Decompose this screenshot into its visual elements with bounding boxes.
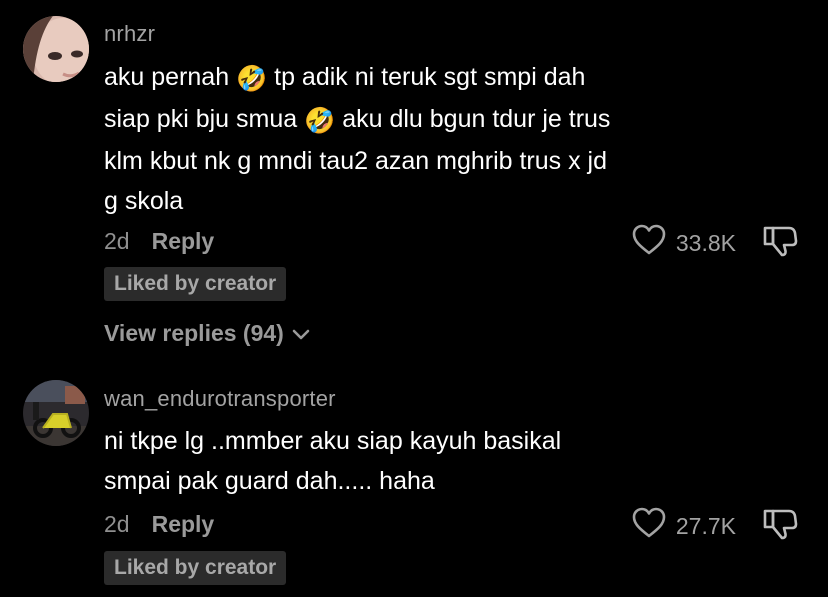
like-count: 27.7K <box>675 512 736 539</box>
heart-outline-icon[interactable] <box>632 224 666 262</box>
reply-button[interactable]: Reply <box>152 228 215 255</box>
comment-meta: 2d Reply <box>104 511 214 538</box>
avatar-image <box>23 380 89 446</box>
rofl-emoji-icon: 🤣 <box>236 65 268 93</box>
comment-meta: 2d Reply <box>104 228 214 255</box>
comment-timestamp: 2d <box>104 511 130 537</box>
view-replies-label: View replies (94) <box>104 320 284 346</box>
like-group: 27.7K <box>632 507 736 545</box>
avatar[interactable] <box>23 16 89 82</box>
avatar[interactable] <box>23 380 89 446</box>
comment-text: aku pernah 🤣 tp adik ni teruk sgt smpi d… <box>104 57 724 221</box>
view-replies-button[interactable]: View replies (94) <box>104 320 310 347</box>
liked-by-creator-badge: Liked by creator <box>104 267 287 301</box>
comment-text-part: aku pernah <box>104 63 237 91</box>
thumbs-down-icon[interactable] <box>762 507 798 546</box>
heart-outline-icon[interactable] <box>632 507 666 545</box>
chevron-down-icon <box>292 320 310 347</box>
rofl-emoji-icon: 🤣 <box>304 107 336 135</box>
comment-text: ni tkpe lg ..mmber aku siap kayuh basika… <box>104 427 562 495</box>
liked-by-creator-badge: Liked by creator <box>104 551 287 585</box>
like-count: 33.8K <box>675 229 736 256</box>
comment-timestamp: 2d <box>104 228 130 254</box>
like-group: 33.8K <box>632 224 736 262</box>
comment-username[interactable]: wan_endurotransporter <box>104 386 336 412</box>
thumbs-down-icon[interactable] <box>762 224 798 263</box>
comment-username[interactable]: nrhzr <box>104 21 155 47</box>
reply-button[interactable]: Reply <box>152 511 215 538</box>
avatar-image <box>23 16 89 82</box>
